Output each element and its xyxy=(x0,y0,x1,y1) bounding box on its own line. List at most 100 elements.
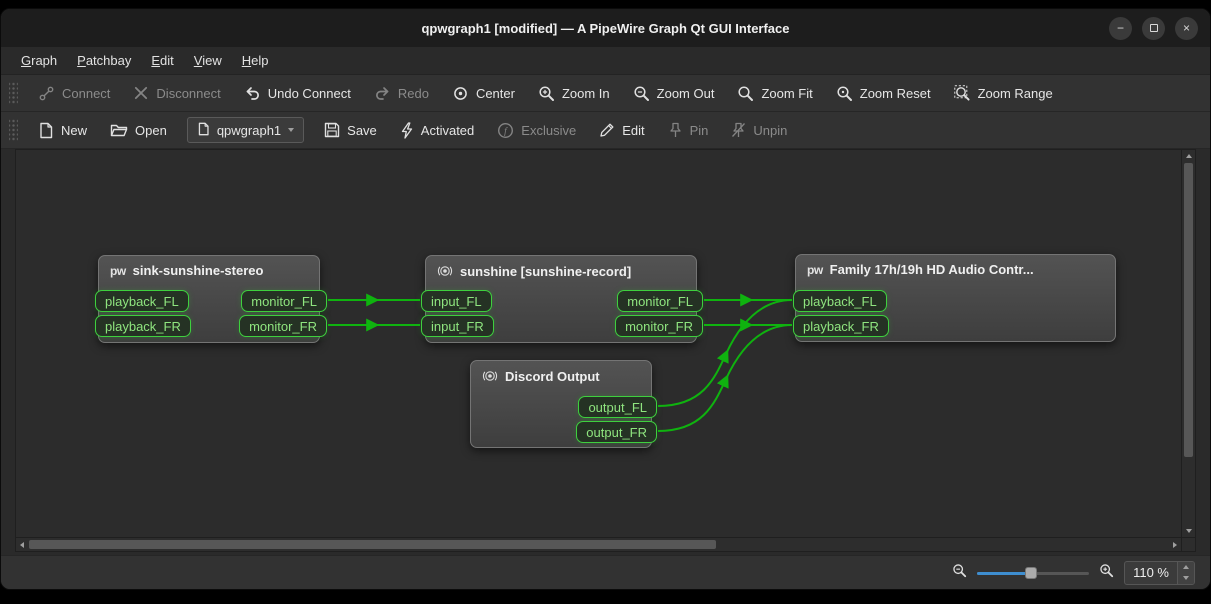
disconnect-button[interactable]: Disconnect xyxy=(123,80,230,106)
zoom-range-icon xyxy=(954,85,971,102)
pipewire-icon: pw xyxy=(110,264,126,278)
scroll-down-icon xyxy=(1186,529,1192,533)
scroll-up-button[interactable] xyxy=(1182,150,1195,162)
port-input-fl[interactable]: input_FL xyxy=(421,290,492,312)
port-monitor-fl[interactable]: monitor_FL xyxy=(241,290,327,312)
menu-patchbay[interactable]: Patchbay xyxy=(67,47,141,74)
port-input-fr[interactable]: input_FR xyxy=(421,315,494,337)
zoom-in-small-icon[interactable] xyxy=(1099,563,1114,583)
zoom-range-button[interactable]: Zoom Range xyxy=(944,80,1063,107)
maximize-button[interactable] xyxy=(1142,17,1165,40)
spin-up-icon xyxy=(1183,565,1189,569)
center-icon xyxy=(452,85,469,102)
zoom-fit-button[interactable]: Zoom Fit xyxy=(727,80,822,107)
node-sunshine[interactable]: sunshine [sunshine-record] input_FL inpu… xyxy=(425,255,697,343)
minimize-icon: − xyxy=(1117,22,1124,34)
port-output-fl[interactable]: output_FL xyxy=(578,396,657,418)
unpin-button[interactable]: Unpin xyxy=(721,117,797,143)
node-family-hd-audio[interactable]: pw Family 17h/19h HD Audio Contr... play… xyxy=(795,254,1116,342)
pin-button[interactable]: Pin xyxy=(658,117,719,143)
menu-edit[interactable]: Edit xyxy=(141,47,183,74)
port-monitor-fl[interactable]: monitor_FL xyxy=(617,290,703,312)
scroll-down-button[interactable] xyxy=(1182,525,1195,537)
open-folder-icon xyxy=(110,122,128,138)
port-playback-fr[interactable]: playback_FR xyxy=(95,315,191,337)
svg-text:f: f xyxy=(504,126,508,137)
vertical-scroll-handle[interactable] xyxy=(1184,163,1193,457)
zoom-out-small-icon[interactable] xyxy=(952,563,967,583)
close-button[interactable]: × xyxy=(1175,17,1198,40)
unpin-icon xyxy=(731,122,746,138)
graph-toolbar: Connect Disconnect Undo Connect Redo Cen… xyxy=(1,75,1210,112)
redo-button[interactable]: Redo xyxy=(364,80,439,107)
node-title: Discord Output xyxy=(471,361,651,388)
node-title-text: Discord Output xyxy=(505,369,600,384)
horizontal-scroll-handle[interactable] xyxy=(29,540,716,549)
new-file-icon xyxy=(38,122,54,139)
undo-connect-button[interactable]: Undo Connect xyxy=(234,80,361,107)
zoom-reset-button[interactable]: Zoom Reset xyxy=(826,80,941,107)
minimize-button[interactable]: − xyxy=(1109,17,1132,40)
lightning-bolt-icon xyxy=(400,122,414,139)
zoom-slider[interactable] xyxy=(977,565,1089,581)
zoom-value[interactable]: 110 % xyxy=(1125,565,1177,580)
node-title: pw sink-sunshine-stereo xyxy=(99,256,319,282)
record-icon xyxy=(437,263,453,279)
statusbar: 110 % xyxy=(1,555,1210,589)
disconnect-icon xyxy=(133,85,149,101)
menu-graph[interactable]: Graph xyxy=(11,47,67,74)
port-playback-fr[interactable]: playback_FR xyxy=(793,315,889,337)
zoom-decrement-button[interactable] xyxy=(1178,573,1194,584)
node-discord-output[interactable]: Discord Output output_FL output_FR xyxy=(470,360,652,448)
zoom-in-icon xyxy=(538,85,555,102)
save-button[interactable]: Save xyxy=(314,117,387,143)
menubar: Graph Patchbay Edit View Help xyxy=(1,47,1210,75)
port-playback-fl[interactable]: playback_FL xyxy=(793,290,887,312)
horizontal-scrollbar[interactable] xyxy=(15,538,1182,552)
exclusive-toggle[interactable]: f Exclusive xyxy=(487,117,586,144)
spin-down-icon xyxy=(1183,576,1189,580)
patchbay-file-icon xyxy=(197,122,210,139)
zoom-in-button[interactable]: Zoom In xyxy=(528,80,620,107)
port-monitor-fr[interactable]: monitor_FR xyxy=(615,315,703,337)
scroll-right-button[interactable] xyxy=(1169,538,1181,551)
new-button[interactable]: New xyxy=(28,117,97,144)
port-playback-fl[interactable]: playback_FL xyxy=(95,290,189,312)
toolbar-drag-handle[interactable] xyxy=(9,82,18,104)
zoom-fit-icon xyxy=(737,85,754,102)
titlebar[interactable]: qpwgraph1 [modified] — A PipeWire Graph … xyxy=(1,9,1210,47)
zoom-reset-icon xyxy=(836,85,853,102)
open-button[interactable]: Open xyxy=(100,117,177,143)
zoom-out-button[interactable]: Zoom Out xyxy=(623,80,725,107)
patchbay-selector[interactable]: qpwgraph1 xyxy=(187,117,304,143)
node-sink-sunshine-stereo[interactable]: pw sink-sunshine-stereo playback_FL play… xyxy=(98,255,320,343)
connect-button[interactable]: Connect xyxy=(28,80,120,107)
connect-icon xyxy=(38,85,55,102)
undo-icon xyxy=(244,85,261,102)
vertical-scrollbar[interactable] xyxy=(1182,149,1196,538)
node-title: pw Family 17h/19h HD Audio Contr... xyxy=(796,255,1115,281)
port-output-fr[interactable]: output_FR xyxy=(576,421,657,443)
pencil-icon xyxy=(599,122,615,138)
edit-button[interactable]: Edit xyxy=(589,117,654,143)
connections-layer xyxy=(16,150,1182,538)
zoom-spinbox[interactable]: 110 % xyxy=(1124,561,1195,585)
scroll-left-button[interactable] xyxy=(16,538,28,551)
zoom-slider-thumb[interactable] xyxy=(1025,567,1037,579)
zoom-spin-arrows xyxy=(1177,562,1194,584)
zoom-increment-button[interactable] xyxy=(1178,562,1194,573)
activated-toggle[interactable]: Activated xyxy=(390,117,484,144)
save-icon xyxy=(324,122,340,138)
scroll-right-icon xyxy=(1173,542,1177,548)
toolbar-drag-handle[interactable] xyxy=(9,119,18,141)
scrollbar-corner xyxy=(1182,538,1196,552)
window-controls: − × xyxy=(1109,9,1198,47)
maximize-icon xyxy=(1150,24,1158,32)
graph-canvas[interactable]: pw sink-sunshine-stereo playback_FL play… xyxy=(15,149,1182,538)
port-monitor-fr[interactable]: monitor_FR xyxy=(239,315,327,337)
zoom-slider-fill xyxy=(977,572,1031,575)
menu-view[interactable]: View xyxy=(184,47,232,74)
menu-help[interactable]: Help xyxy=(232,47,279,74)
center-button[interactable]: Center xyxy=(442,80,525,107)
scroll-up-icon xyxy=(1186,154,1192,158)
